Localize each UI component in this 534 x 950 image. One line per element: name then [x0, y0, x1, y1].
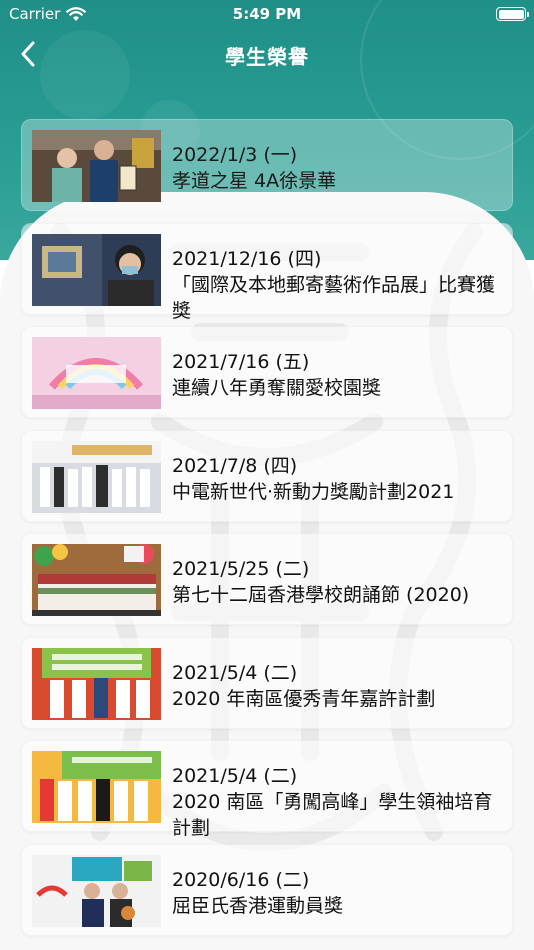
item-date: 2022/1/3 (一)	[172, 144, 298, 166]
item-date: 2021/5/25 (二)	[172, 558, 310, 580]
list-item[interactable]: 2022/1/3 (一) 孝道之星 4A徐景華	[21, 119, 513, 211]
navigation-bar: 學生榮譽	[0, 34, 534, 74]
battery-icon	[496, 7, 529, 21]
item-photo	[32, 440, 161, 513]
item-photo	[32, 337, 161, 409]
list-item[interactable]: 2021/5/25 (二) 第七十二屆香港學校朗誦節 (2020)	[21, 533, 513, 625]
list-item[interactable]: 2020/6/16 (二) 屈臣氏香港運動員獎	[21, 843, 513, 936]
list-item[interactable]: 2021/5/4 (二) 2020 南區「勇闖高峰」學生領袖培育計劃	[21, 740, 513, 839]
item-date: 2021/5/4 (二)	[172, 661, 298, 684]
item-date: 2021/7/16 (五)	[172, 351, 310, 373]
item-title: 連續八年勇奪關愛校園獎	[172, 377, 382, 399]
item-photo	[32, 854, 161, 927]
list-item[interactable]: 2021/12/16 (四) 「國際及本地郵寄藝術作品展」比賽獲獎	[21, 222, 513, 322]
item-title: 「國際及本地郵寄藝術作品展」比賽獲獎	[172, 273, 496, 322]
status-time: 5:49 PM	[232, 5, 302, 23]
honor-list: 2022/1/3 (一) 孝道之星 4A徐景華 2021/12/16 (四) 「…	[21, 119, 513, 947]
status-bar: Carrier 5:49 PM	[0, 0, 534, 28]
item-title: 2020 年南區優秀青年嘉許計劃	[172, 687, 436, 710]
list-item[interactable]: 2021/7/16 (五) 連續八年勇奪關愛校園獎	[21, 326, 513, 418]
list-item[interactable]: 2021/5/4 (二) 2020 年南區優秀青年嘉許計劃	[21, 636, 513, 729]
item-photo	[32, 233, 161, 306]
item-title: 第七十二屆香港學校朗誦節 (2020)	[172, 584, 470, 606]
item-title: 2020 南區「勇闖高峰」學生領袖培育計劃	[172, 791, 493, 839]
page-title: 學生榮譽	[225, 45, 309, 69]
item-date: 2021/7/8 (四)	[172, 454, 298, 477]
item-date: 2021/12/16 (四)	[172, 247, 322, 270]
item-photo	[32, 751, 161, 823]
item-photo	[32, 647, 161, 720]
item-photo	[32, 544, 161, 616]
item-title: 中電新世代‧新動力獎勵計劃2021	[172, 480, 455, 503]
item-date: 2021/5/4 (二)	[172, 765, 298, 787]
item-date: 2020/6/16 (二)	[172, 868, 310, 891]
item-title: 孝道之星 4A徐景華	[172, 170, 337, 192]
list-item[interactable]: 2021/7/8 (四) 中電新世代‧新動力獎勵計劃2021	[21, 429, 513, 522]
item-title: 屈臣氏香港運動員獎	[172, 894, 344, 917]
item-photo	[32, 130, 161, 202]
